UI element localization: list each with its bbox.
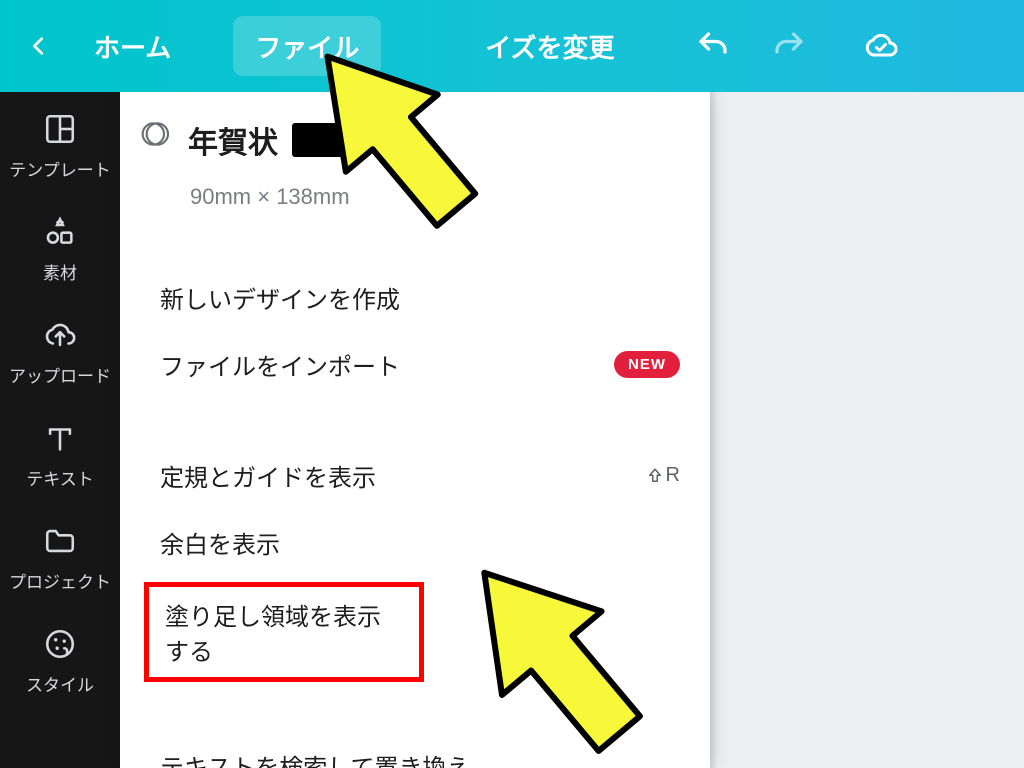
- left-sidebar: テンプレート 素材 アップロード テキスト プロジェクト: [0, 92, 120, 768]
- sidebar-item-templates[interactable]: テンプレート: [0, 112, 120, 181]
- redacted-block: [292, 123, 364, 157]
- file-button[interactable]: ファイル: [233, 16, 381, 76]
- menu-item-label: 新しいデザインを作成: [160, 287, 400, 314]
- text-icon: [43, 421, 77, 455]
- resize-button[interactable]: イズを変更: [463, 16, 636, 76]
- sidebar-item-label: スタイル: [26, 671, 94, 696]
- file-label: ファイル: [255, 28, 359, 65]
- undo-button[interactable]: [678, 16, 748, 76]
- main-area: テンプレート 素材 アップロード テキスト プロジェクト: [0, 92, 1024, 768]
- undo-icon: [695, 28, 731, 64]
- menu-item-show-bleed[interactable]: 塗り足し領域を表示する: [144, 582, 424, 682]
- redo-button[interactable]: [754, 16, 824, 76]
- sidebar-item-label: テンプレート: [9, 156, 111, 181]
- upload-icon: [43, 318, 77, 352]
- palette-icon: [43, 627, 77, 661]
- menu-item-label: 余白を表示: [160, 532, 280, 559]
- cloud-sync-button[interactable]: [846, 16, 916, 76]
- file-menu-panel: 年賀状 90mm × 138mm 新しいデザインを作成 ファイルをインポート N…: [120, 92, 710, 768]
- sidebar-item-upload[interactable]: アップロード: [0, 318, 120, 387]
- keyboard-shortcut: R: [646, 464, 680, 487]
- chevron-left-icon: [28, 35, 50, 57]
- menu-item-show-rulers[interactable]: 定規とガイドを表示 R: [130, 442, 710, 509]
- document-title: 年賀状: [188, 118, 278, 162]
- menu-item-label: 定規とガイドを表示: [160, 465, 376, 492]
- resize-label: イズを変更: [485, 28, 614, 65]
- new-badge: NEW: [614, 351, 680, 378]
- menu-item-show-margins[interactable]: 余白を表示: [130, 509, 710, 576]
- cloud-status-icon: [138, 116, 174, 152]
- menu-item-import-file[interactable]: ファイルをインポート NEW: [130, 331, 710, 398]
- cloud-check-icon: [863, 28, 899, 64]
- document-dimensions: 90mm × 138mm: [190, 184, 710, 210]
- menu-item-label: ファイルをインポート: [160, 354, 400, 381]
- sidebar-item-elements[interactable]: 素材: [0, 215, 120, 284]
- panel-header: 年賀状: [120, 92, 710, 166]
- elements-icon: [43, 215, 77, 249]
- menu-item-find-replace[interactable]: テキストを検索して置き換え: [130, 732, 710, 768]
- sidebar-item-label: アップロード: [9, 362, 111, 387]
- menu-item-label: テキストを検索して置き換え: [160, 755, 471, 768]
- menu-item-create-design[interactable]: 新しいデザインを作成: [130, 264, 710, 331]
- sidebar-item-label: 素材: [43, 259, 77, 284]
- sidebar-item-label: プロジェクト: [9, 568, 111, 593]
- back-button[interactable]: [18, 16, 66, 76]
- template-icon: [43, 112, 77, 146]
- sidebar-item-label: テキスト: [26, 465, 94, 490]
- home-label: ホーム: [94, 28, 171, 65]
- sidebar-item-text[interactable]: テキスト: [0, 421, 120, 490]
- redo-icon: [771, 28, 807, 64]
- sidebar-item-projects[interactable]: プロジェクト: [0, 524, 120, 593]
- pencil-icon[interactable]: [378, 127, 404, 153]
- top-bar: ホーム ファイル イズを変更: [0, 0, 1024, 92]
- menu-item-label: 塗り足し領域を表示する: [165, 604, 381, 666]
- folder-icon: [43, 524, 77, 558]
- home-button[interactable]: ホーム: [72, 16, 193, 76]
- sidebar-item-styles[interactable]: スタイル: [0, 627, 120, 696]
- shift-icon: [646, 467, 664, 485]
